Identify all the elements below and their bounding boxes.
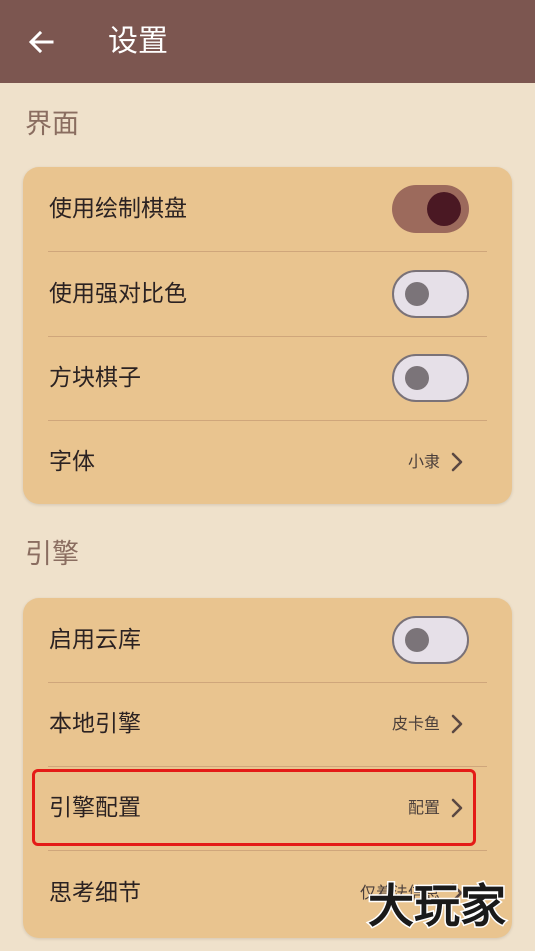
engine-config-value: 配置 xyxy=(407,798,440,817)
switch-knob xyxy=(405,366,429,390)
local-engine-value: 皮卡鱼 xyxy=(391,714,440,733)
setting-label: 本地引擎 xyxy=(49,711,141,737)
setting-local-engine[interactable]: 本地引擎 皮卡鱼 xyxy=(23,682,512,766)
setting-square-pieces[interactable]: 方块棋子 xyxy=(23,336,512,420)
section-title-engine: 引擎 xyxy=(25,539,79,570)
setting-label: 思考细节 xyxy=(49,880,141,906)
setting-engine-config[interactable]: 引擎配置 配置 xyxy=(23,766,512,850)
watermark-text: 大玩家 xyxy=(368,879,506,933)
draw-board-switch[interactable] xyxy=(392,185,469,233)
chevron-right-icon xyxy=(451,714,463,734)
arrow-left-icon xyxy=(28,30,54,54)
setting-label: 引擎配置 xyxy=(49,795,141,821)
section-title-ui: 界面 xyxy=(25,109,79,140)
switch-knob xyxy=(405,282,429,306)
page-title: 设置 xyxy=(108,24,168,59)
setting-draw-board[interactable]: 使用绘制棋盘 xyxy=(23,167,512,251)
setting-high-contrast[interactable]: 使用强对比色 xyxy=(23,252,512,336)
setting-label: 使用绘制棋盘 xyxy=(49,196,187,222)
setting-label: 方块棋子 xyxy=(49,365,141,391)
setting-cloud-library[interactable]: 启用云库 xyxy=(23,598,512,682)
setting-label: 启用云库 xyxy=(49,627,141,653)
back-button[interactable] xyxy=(18,21,64,63)
setting-font[interactable]: 字体 小隶 xyxy=(23,420,512,504)
switch-knob xyxy=(405,628,429,652)
ui-settings-card: 使用绘制棋盘 使用强对比色 方块棋子 字体 小隶 xyxy=(23,167,512,504)
setting-label: 字体 xyxy=(49,449,95,475)
square-pieces-switch[interactable] xyxy=(392,354,469,402)
setting-label: 使用强对比色 xyxy=(49,281,187,307)
chevron-right-icon xyxy=(451,798,463,818)
app-bar: 设置 xyxy=(0,0,535,83)
high-contrast-switch[interactable] xyxy=(392,270,469,318)
font-value: 小隶 xyxy=(407,452,440,471)
cloud-library-switch[interactable] xyxy=(392,616,469,664)
switch-knob xyxy=(427,192,461,226)
watermark-logo: 大玩家 xyxy=(367,878,508,935)
chevron-right-icon xyxy=(451,452,463,472)
